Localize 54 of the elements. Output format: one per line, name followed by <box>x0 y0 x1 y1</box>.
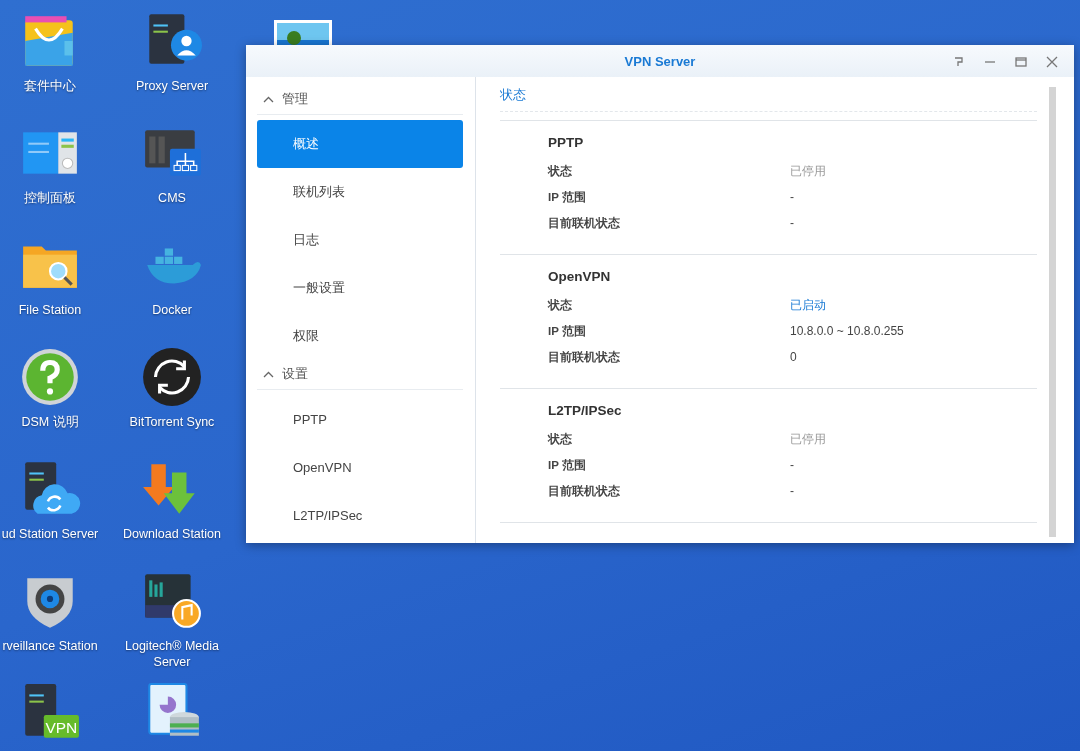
sidebar-group-header[interactable]: 管理 <box>257 85 463 115</box>
icon-label[interactable]: 控制面板 <box>24 190 76 206</box>
icon-label[interactable]: Docker <box>152 302 192 318</box>
icon-label[interactable]: Download Station <box>123 526 221 542</box>
close-icon <box>1045 55 1058 68</box>
sidebar-item[interactable]: 联机列表 <box>257 168 463 216</box>
sidebar-item[interactable]: 概述 <box>257 120 463 168</box>
help-icon <box>952 55 965 68</box>
field-label: IP 范围 <box>548 189 587 205</box>
icon-label[interactable]: rveillance Station <box>2 638 98 654</box>
icon-label[interactable]: File Station <box>18 302 82 318</box>
field-label: 目前联机状态 <box>548 215 621 231</box>
field-label: 状态 <box>548 431 573 447</box>
icon-label[interactable]: BitTorrent Sync <box>129 414 215 430</box>
photo-icon[interactable] <box>272 18 334 48</box>
field-value: 已启动 <box>790 296 827 314</box>
sidebar-item[interactable]: 一般设置 <box>257 264 463 312</box>
help-icon[interactable] <box>19 346 81 408</box>
field-value: - <box>790 216 795 230</box>
chevron-up-icon <box>263 96 274 103</box>
sidebar-item[interactable]: OpenVPN <box>257 443 463 491</box>
service-name: L2TP/IPSec <box>548 403 623 418</box>
field-label: 状态 <box>548 163 573 179</box>
icon-label[interactable]: 套件中心 <box>24 78 76 94</box>
chevron-up-icon <box>263 371 274 378</box>
sync-icon[interactable] <box>141 346 203 408</box>
service-name: OpenVPN <box>548 269 612 284</box>
icon-label[interactable]: DSM 说明 <box>21 414 79 430</box>
field-label: IP 范围 <box>548 457 587 473</box>
scrollbar[interactable] <box>1049 87 1056 537</box>
icon-label[interactable]: Logitech® Media Server <box>110 638 234 670</box>
field-value: - <box>790 190 795 204</box>
field-value: 0 <box>790 350 798 364</box>
section-heading: 状态 <box>500 77 1037 112</box>
field-label: 目前联机状态 <box>548 483 621 499</box>
service-name: PPTP <box>548 135 585 150</box>
field-value: 已停用 <box>790 162 827 180</box>
window-title: VPN Server <box>624 53 696 69</box>
sidebar-item[interactable]: 日志 <box>257 216 463 264</box>
field-label: IP 范围 <box>548 323 587 339</box>
field-value: - <box>790 458 795 472</box>
icon-label[interactable]: Proxy Server <box>135 78 209 94</box>
sidebar-item[interactable]: 权限 <box>257 312 463 360</box>
field-value: 已停用 <box>790 430 827 448</box>
icon-label[interactable]: ud Station Server <box>1 526 99 542</box>
field-value: 10.8.0.0 ~ 10.8.0.255 <box>790 324 905 338</box>
sidebar-item[interactable]: L2TP/IPSec <box>257 491 463 539</box>
field-label: 目前联机状态 <box>548 349 621 365</box>
field-label: 状态 <box>548 297 573 313</box>
icon-label[interactable]: CMS <box>158 190 186 206</box>
sidebar-group-header[interactable]: 设置 <box>257 360 463 390</box>
sidebar-item[interactable]: PPTP <box>257 395 463 443</box>
field-value: - <box>790 484 795 498</box>
maximize-icon <box>1014 55 1027 68</box>
